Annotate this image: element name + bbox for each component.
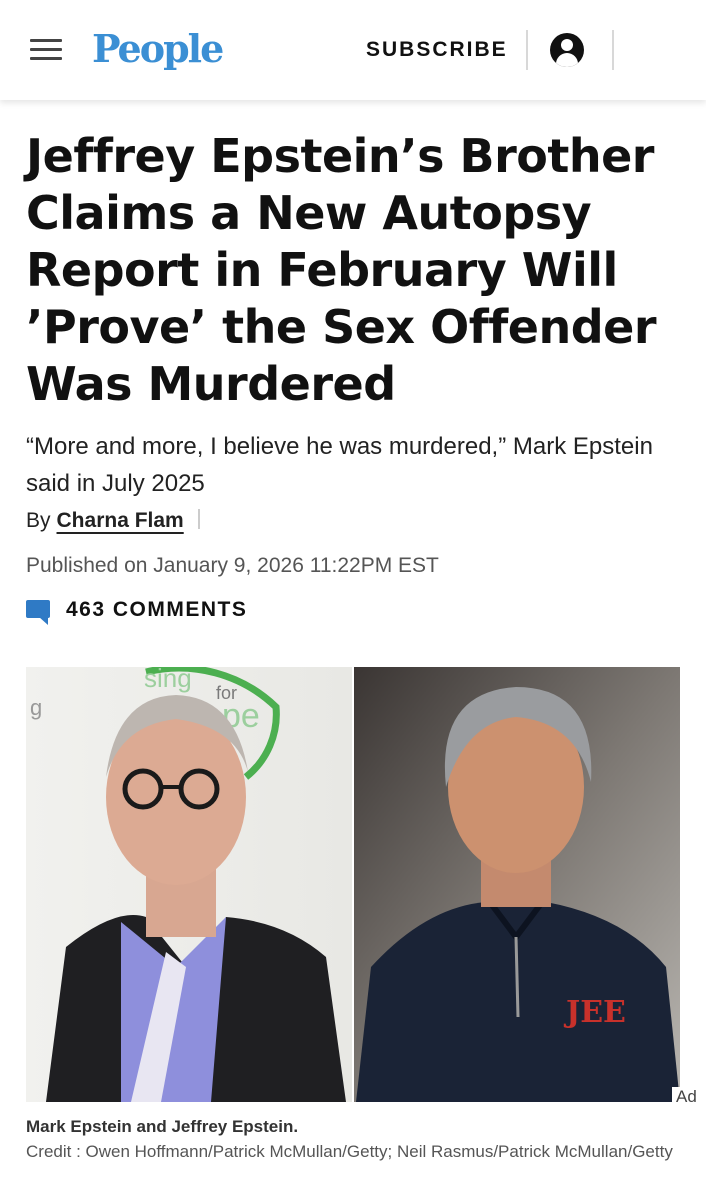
subscribe-button[interactable]: SUBSCRIBE	[366, 38, 508, 62]
site-header: People SUBSCRIBE	[0, 0, 706, 100]
byline-prefix: By	[26, 509, 51, 532]
comment-bubble-icon	[26, 600, 50, 625]
author-link[interactable]: Charna Flam	[57, 509, 184, 532]
header-divider	[612, 30, 614, 70]
byline-divider	[197, 509, 200, 529]
hamburger-menu-icon[interactable]	[30, 39, 62, 63]
sign-text-g: g	[30, 695, 42, 720]
sign-text-sing: sing	[144, 667, 192, 693]
article-hero-image: sing for pe g JEE	[26, 667, 680, 1102]
user-account-icon[interactable]	[550, 33, 584, 67]
byline: By Charna Flam	[26, 509, 200, 533]
people-logo[interactable]: People	[92, 26, 224, 71]
article-headline: Jeffrey Epstein’s Brother Claims a New A…	[26, 129, 657, 411]
article-subheadline: “More and more, I believe he was murdere…	[26, 433, 653, 497]
jeffrey-epstein-photo: JEE	[354, 667, 680, 1102]
header-divider	[526, 30, 528, 70]
sweater-monogram: JEE	[563, 995, 626, 1030]
ad-label[interactable]: Ad	[672, 1087, 701, 1107]
comments-count: 463 COMMENTS	[66, 598, 248, 621]
published-date: Published on January 9, 2026 11:22PM EST	[26, 554, 439, 577]
image-caption: Mark Epstein and Jeffrey Epstein.	[26, 1117, 299, 1136]
image-credit: Credit : Owen Hoffmann/Patrick McMullan/…	[26, 1142, 673, 1161]
mark-epstein-photo: sing for pe g	[26, 667, 352, 1102]
